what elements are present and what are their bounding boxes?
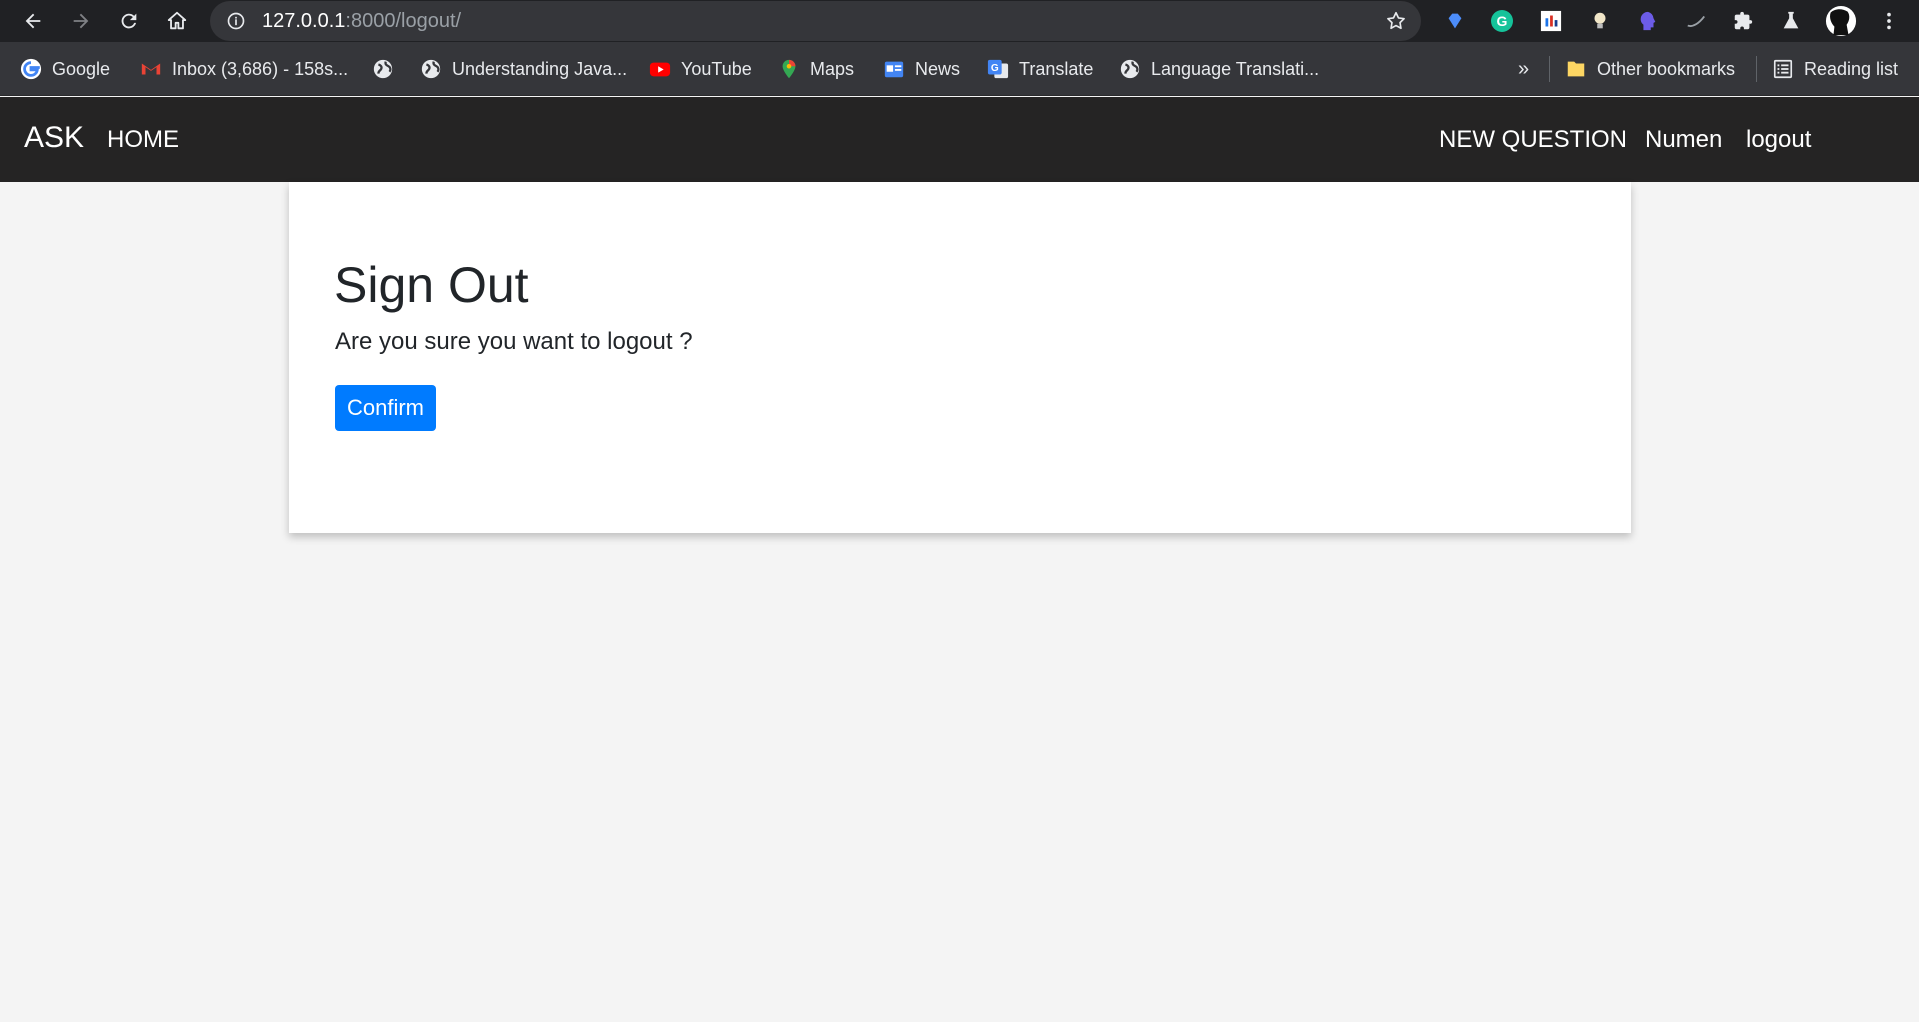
page-title: Sign Out <box>334 257 529 313</box>
bookmark-label: News <box>915 58 961 79</box>
confirm-button[interactable]: Confirm <box>335 385 436 431</box>
menu-kebab-icon[interactable] <box>1877 9 1901 33</box>
bookmark-label: Language Translati... <box>1151 58 1320 79</box>
browser-toolbar: 127.0.0.1:8000/logout/ G <box>0 0 1919 42</box>
arrow-left-icon <box>25 13 41 29</box>
nav-home-link[interactable]: HOME <box>107 126 179 154</box>
home-button[interactable] <box>162 6 192 36</box>
bookmark-maps[interactable]: Maps <box>778 57 854 81</box>
bookmark-label: Translate <box>1019 58 1094 79</box>
translate-icon: G <box>987 58 1009 80</box>
gmail-icon <box>140 58 162 80</box>
reading-list-label: Reading list <box>1804 58 1899 79</box>
reload-icon <box>121 13 137 29</box>
logout-confirmation-message: Are you sure you want to logout ? <box>335 328 693 355</box>
globe-icon <box>420 58 442 80</box>
site-navbar: ASK HOME NEW QUESTION Numen logout <box>0 97 1919 182</box>
reload-button[interactable] <box>114 6 144 36</box>
bookmark-label: Understanding Java... <box>452 58 628 79</box>
flask-icon[interactable] <box>1779 9 1803 33</box>
reading-list-icon <box>1772 58 1794 80</box>
nav-new-question-link[interactable]: NEW QUESTION <box>1439 126 1627 154</box>
other-bookmarks-label: Other bookmarks <box>1597 58 1736 79</box>
bookmark-translate[interactable]: G Translate <box>987 57 1093 81</box>
extension-gem-icon[interactable] <box>1443 9 1467 33</box>
extension-swoosh-icon[interactable] <box>1684 9 1708 33</box>
bookmark-news[interactable]: News <box>883 57 960 81</box>
address-bar[interactable]: 127.0.0.1:8000/logout/ <box>210 1 1421 41</box>
puzzle-icon[interactable] <box>1731 9 1755 33</box>
brand-logo[interactable]: ASK <box>24 121 84 155</box>
url-host: 127.0.0.1 <box>262 10 346 32</box>
svg-text:G: G <box>1497 13 1508 29</box>
forward-button[interactable] <box>66 6 96 36</box>
google-icon <box>20 58 42 80</box>
bookmark-understanding-java[interactable]: Understanding Java... <box>420 57 627 81</box>
arrow-right-icon <box>73 13 89 29</box>
folder-icon <box>1565 58 1587 80</box>
bookmark-language-translation[interactable]: Language Translati... <box>1119 57 1319 81</box>
home-icon <box>167 11 187 30</box>
svg-text:G: G <box>991 63 999 74</box>
url-path: :8000/logout/ <box>345 10 462 32</box>
bookmarks-overflow-button[interactable]: » <box>1518 57 1529 81</box>
news-icon <box>883 58 905 80</box>
back-button[interactable] <box>18 6 48 36</box>
bookmark-globe[interactable] <box>372 57 404 81</box>
bookmark-label: Maps <box>810 58 855 79</box>
bookmark-youtube[interactable]: YouTube <box>649 57 752 81</box>
overflow-chevron-icon: » <box>1518 57 1530 80</box>
other-bookmarks-folder[interactable]: Other bookmarks <box>1565 57 1735 81</box>
extension-head-icon[interactable] <box>1636 9 1660 33</box>
bookmarks-bar: Google Inbox (3,686) - 158s... Understan… <box>0 42 1919 96</box>
url-text: 127.0.0.1:8000/logout/ <box>262 10 461 33</box>
grammarly-icon[interactable]: G <box>1490 9 1514 33</box>
bookmark-inbox[interactable]: Inbox (3,686) - 158s... <box>140 57 348 81</box>
info-icon <box>227 12 245 30</box>
bookmarks-divider <box>1549 56 1550 82</box>
star-icon[interactable] <box>1385 10 1407 32</box>
avatar[interactable] <box>1824 4 1858 38</box>
maps-icon <box>778 58 800 80</box>
nav-username-link[interactable]: Numen <box>1645 126 1722 154</box>
nav-logout-link[interactable]: logout <box>1746 126 1811 154</box>
bookmark-label: Inbox (3,686) - 158s... <box>172 58 349 79</box>
extension-chart-icon[interactable] <box>1539 9 1563 33</box>
bookmark-label: Google <box>52 58 111 79</box>
bookmark-label: YouTube <box>681 58 752 79</box>
reading-list-button[interactable]: Reading list <box>1772 57 1898 81</box>
globe-icon <box>1119 58 1141 80</box>
bookmark-google[interactable]: Google <box>20 57 110 81</box>
signout-card: Sign Out Are you sure you want to logout… <box>289 182 1631 533</box>
bookmarks-divider <box>1756 56 1757 82</box>
lightbulb-icon[interactable] <box>1588 9 1612 33</box>
youtube-icon <box>649 58 671 80</box>
globe-icon <box>372 58 394 80</box>
